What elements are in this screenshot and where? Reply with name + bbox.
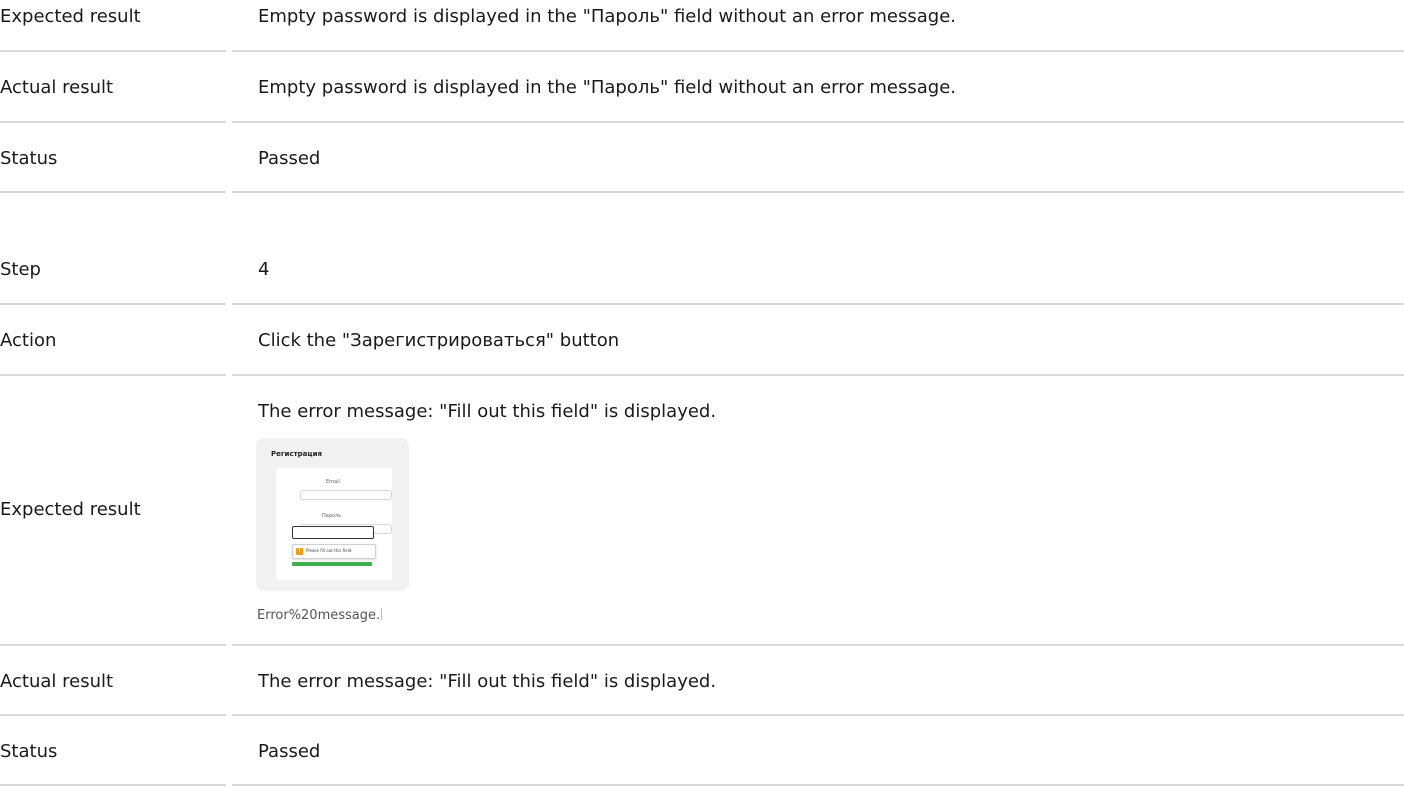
thumbnail-error-tooltip: ! Please fill out this field. <box>292 544 376 559</box>
row-value-expected-result: The error message: "Fill out this field"… <box>258 401 717 422</box>
row-label-status: Status <box>0 741 58 762</box>
row-label-actual-result: Actual result <box>0 671 114 692</box>
thumbnail-title: Регистрация <box>271 450 322 458</box>
row-value-status: Passed <box>258 741 321 762</box>
row-label-actual-result: Actual result <box>0 77 114 98</box>
caption-cursor <box>381 608 383 620</box>
image-caption: Error%20message. <box>257 608 383 624</box>
warning-icon: ! <box>296 548 303 555</box>
thumbnail-password-field-focused <box>292 526 374 539</box>
error-message-thumbnail[interactable]: Регистрация Email Пароль ! Please fill o… <box>256 438 409 591</box>
row-label-expected-result: Expected result <box>0 499 141 520</box>
row-label-step: Step <box>0 259 41 280</box>
row-value-action: Click the "Зарегистрироваться" button <box>258 330 620 351</box>
thumbnail-password-label: Пароль <box>322 513 342 519</box>
row-value-actual-result: Empty password is displayed in the "Паро… <box>258 77 956 98</box>
row-label-expected-result: Expected result <box>0 6 141 27</box>
thumbnail-email-field <box>300 490 392 500</box>
image-caption-text: Error%20message. <box>257 608 381 623</box>
row-label-action: Action <box>0 330 57 351</box>
row-label-status: Status <box>0 148 58 169</box>
test-case-document: Expected result Empty password is displa… <box>0 0 1404 787</box>
thumbnail-email-label: Email <box>326 479 340 485</box>
thumbnail-tooltip-text: Please fill out this field. <box>306 548 353 553</box>
row-value-actual-result: The error message: "Fill out this field"… <box>258 671 717 692</box>
row-value-status: Passed <box>258 148 321 169</box>
thumbnail-submit-bar <box>292 562 372 566</box>
row-value-expected-result: Empty password is displayed in the "Паро… <box>258 6 956 27</box>
row-value-step: 4 <box>258 259 270 280</box>
